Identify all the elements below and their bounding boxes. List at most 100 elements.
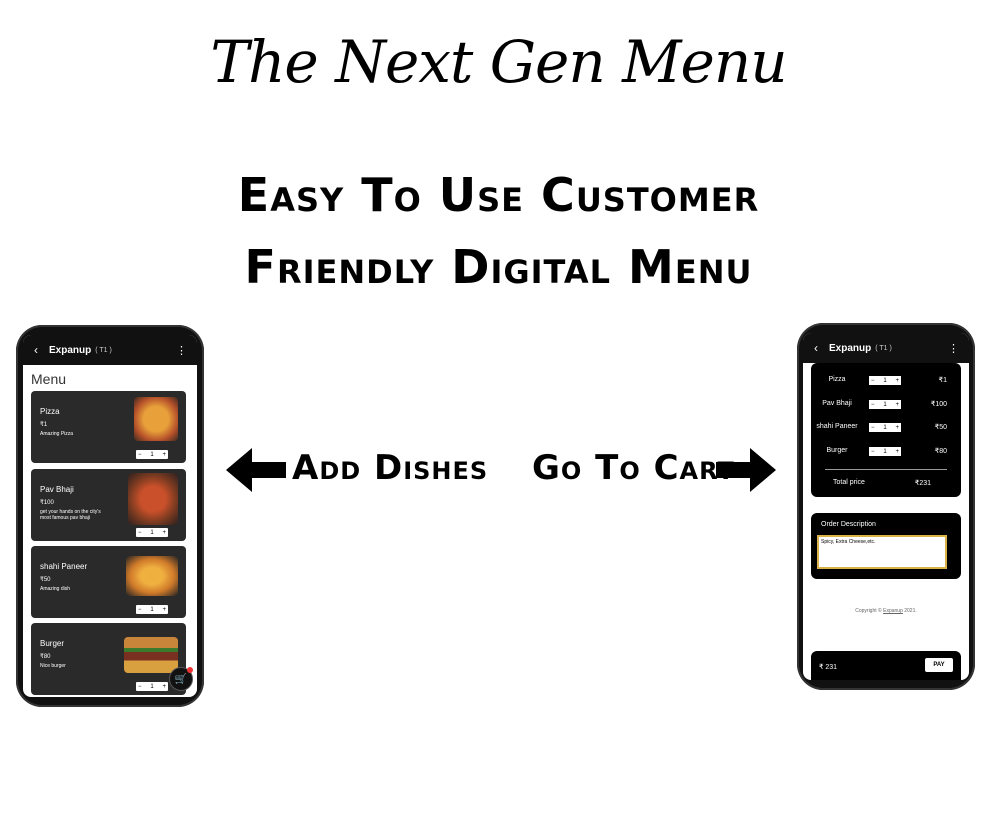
qty-value: 1 bbox=[883, 424, 887, 431]
copyright-link[interactable]: Expanup bbox=[883, 608, 903, 614]
minus-icon[interactable]: − bbox=[871, 449, 875, 455]
pay-button[interactable]: PAY bbox=[925, 658, 953, 672]
dish-name: Pav Bhaji bbox=[40, 485, 74, 494]
app-title: Expanup bbox=[49, 344, 92, 356]
dish-price: ₹80 bbox=[40, 654, 51, 660]
copyright-year: 2021. bbox=[904, 608, 917, 614]
cart-item-price: ₹1 bbox=[938, 377, 947, 384]
table-label: ( T1 ) bbox=[95, 346, 112, 354]
pay-total: ₹ 231 bbox=[819, 664, 838, 671]
quantity-stepper[interactable]: − 1 + bbox=[136, 450, 168, 459]
dish-desc: Nice burger bbox=[40, 663, 66, 669]
cart-item-name: Burger bbox=[826, 447, 848, 454]
cart-summary: Pizza − 1 + ₹1 Pav Bhaji − 1 + ₹100 shahi Pa… bbox=[811, 363, 961, 497]
minus-icon[interactable]: − bbox=[871, 425, 875, 431]
dish-name: Burger bbox=[40, 639, 65, 648]
headline-line-1: Easy To Use Customer bbox=[237, 168, 760, 222]
plus-icon[interactable]: + bbox=[895, 449, 899, 455]
quantity-stepper[interactable]: − 1 + bbox=[869, 423, 901, 432]
cart-item-name: Pizza bbox=[828, 376, 846, 383]
order-description: Order Description Spicy, Extra Cheese,et… bbox=[811, 513, 961, 579]
cart-appbar: ‹ Expanup ( T1 ) ⋮ bbox=[803, 333, 969, 363]
qty-value: 1 bbox=[883, 401, 887, 408]
dish-price: ₹50 bbox=[40, 577, 51, 583]
menu-phone: ‹ Expanup ( T1 ) ⋮ Menu Pizza ₹1 Amazing… bbox=[16, 325, 204, 707]
quantity-stepper[interactable]: − 1 + bbox=[136, 605, 168, 614]
dish-price: ₹100 bbox=[40, 500, 54, 506]
dish-card-burger[interactable]: Burger ₹80 Nice burger − 1 + bbox=[31, 623, 186, 695]
qty-value: 1 bbox=[883, 448, 887, 455]
arrow-right-icon bbox=[716, 448, 776, 492]
more-vert-icon[interactable]: ⋮ bbox=[176, 344, 187, 357]
cart-icon: 🛒 bbox=[174, 673, 188, 685]
quantity-stepper[interactable]: − 1 + bbox=[869, 400, 901, 409]
cart-row: Pizza − 1 + ₹1 bbox=[811, 373, 961, 387]
cart-item-price: ₹80 bbox=[934, 448, 947, 455]
back-icon[interactable]: ‹ bbox=[29, 343, 43, 357]
copyright-prefix: Copyright © bbox=[855, 608, 882, 614]
menu-heading: Menu bbox=[31, 371, 67, 387]
total-value: ₹231 bbox=[914, 480, 931, 487]
go-to-cart-label: Go To Cart bbox=[532, 448, 735, 488]
plus-icon[interactable]: + bbox=[895, 402, 899, 408]
qty-value: 1 bbox=[150, 606, 154, 613]
dish-image bbox=[124, 637, 178, 673]
qty-value: 1 bbox=[150, 529, 154, 536]
minus-icon[interactable]: − bbox=[138, 452, 142, 458]
quantity-stepper[interactable]: − 1 + bbox=[136, 682, 168, 691]
minus-icon[interactable]: − bbox=[871, 402, 875, 408]
plus-icon[interactable]: + bbox=[162, 684, 166, 690]
dish-image bbox=[128, 473, 178, 525]
cart-item-name: Pav Bhaji bbox=[822, 400, 852, 407]
cart-screen: ‹ Expanup ( T1 ) ⋮ Pizza − 1 + ₹1 Pav Bhaj… bbox=[803, 333, 969, 680]
cart-item-name: shahi Paneer bbox=[816, 423, 858, 430]
dish-image bbox=[134, 397, 178, 441]
back-icon[interactable]: ‹ bbox=[809, 341, 823, 355]
plus-icon[interactable]: + bbox=[895, 378, 899, 384]
table-label: ( T1 ) bbox=[875, 344, 892, 352]
quantity-stepper[interactable]: − 1 + bbox=[869, 376, 901, 385]
menu-appbar: ‹ Expanup ( T1 ) ⋮ bbox=[23, 335, 197, 365]
order-desc-label: Order Description bbox=[821, 521, 876, 528]
page-title: The Next Gen Menu bbox=[210, 28, 787, 96]
divider bbox=[825, 469, 947, 470]
cart-row: Pav Bhaji − 1 + ₹100 bbox=[811, 397, 961, 411]
pay-bar: ₹ 231 PAY bbox=[811, 651, 961, 680]
menu-screen: ‹ Expanup ( T1 ) ⋮ Menu Pizza ₹1 Amazing… bbox=[23, 335, 197, 697]
headline-line-2: Friendly Digital Menu bbox=[244, 240, 753, 294]
plus-icon[interactable]: + bbox=[162, 530, 166, 536]
minus-icon[interactable]: − bbox=[138, 530, 142, 536]
arrow-left-icon bbox=[226, 448, 286, 492]
qty-value: 1 bbox=[883, 377, 887, 384]
quantity-stepper[interactable]: − 1 + bbox=[136, 528, 168, 537]
cart-button[interactable]: 🛒 bbox=[169, 667, 193, 691]
cart-item-price: ₹100 bbox=[930, 401, 947, 408]
dish-desc: Amazing dish bbox=[40, 586, 71, 592]
dish-card-pizza[interactable]: Pizza ₹1 Amazing Pizza − 1 + bbox=[31, 391, 186, 463]
quantity-stepper[interactable]: − 1 + bbox=[869, 447, 901, 456]
dish-image bbox=[126, 556, 178, 596]
qty-value: 1 bbox=[150, 451, 154, 458]
add-dishes-label: Add Dishes bbox=[292, 448, 489, 488]
plus-icon[interactable]: + bbox=[162, 607, 166, 613]
minus-icon[interactable]: − bbox=[138, 607, 142, 613]
cart-phone: ‹ Expanup ( T1 ) ⋮ Pizza − 1 + ₹1 Pav Bhaj… bbox=[797, 323, 975, 690]
dish-name: Pizza bbox=[40, 407, 60, 416]
cart-row: shahi Paneer − 1 + ₹50 bbox=[811, 420, 961, 434]
order-desc-input[interactable]: Spicy, Extra Cheese,etc. bbox=[817, 535, 947, 569]
plus-icon[interactable]: + bbox=[895, 425, 899, 431]
cart-item-price: ₹50 bbox=[934, 424, 947, 431]
plus-icon[interactable]: + bbox=[162, 452, 166, 458]
dish-name: shahi Paneer bbox=[40, 562, 88, 571]
dish-desc: get your hands on the city's most famous… bbox=[40, 509, 101, 521]
copyright: Copyright © Expanup 2021. bbox=[803, 608, 969, 614]
dish-card-pav-bhaji[interactable]: Pav Bhaji ₹100 get your hands on the cit… bbox=[31, 469, 186, 541]
cart-badge bbox=[187, 667, 193, 673]
dish-card-shahi-paneer[interactable]: shahi Paneer ₹50 Amazing dish − 1 + bbox=[31, 546, 186, 618]
more-vert-icon[interactable]: ⋮ bbox=[948, 342, 959, 355]
minus-icon[interactable]: − bbox=[138, 684, 142, 690]
dish-price: ₹1 bbox=[40, 422, 48, 428]
total-label: Total price bbox=[833, 479, 865, 486]
minus-icon[interactable]: − bbox=[871, 378, 875, 384]
dish-desc: Amazing Pizza bbox=[40, 431, 74, 437]
